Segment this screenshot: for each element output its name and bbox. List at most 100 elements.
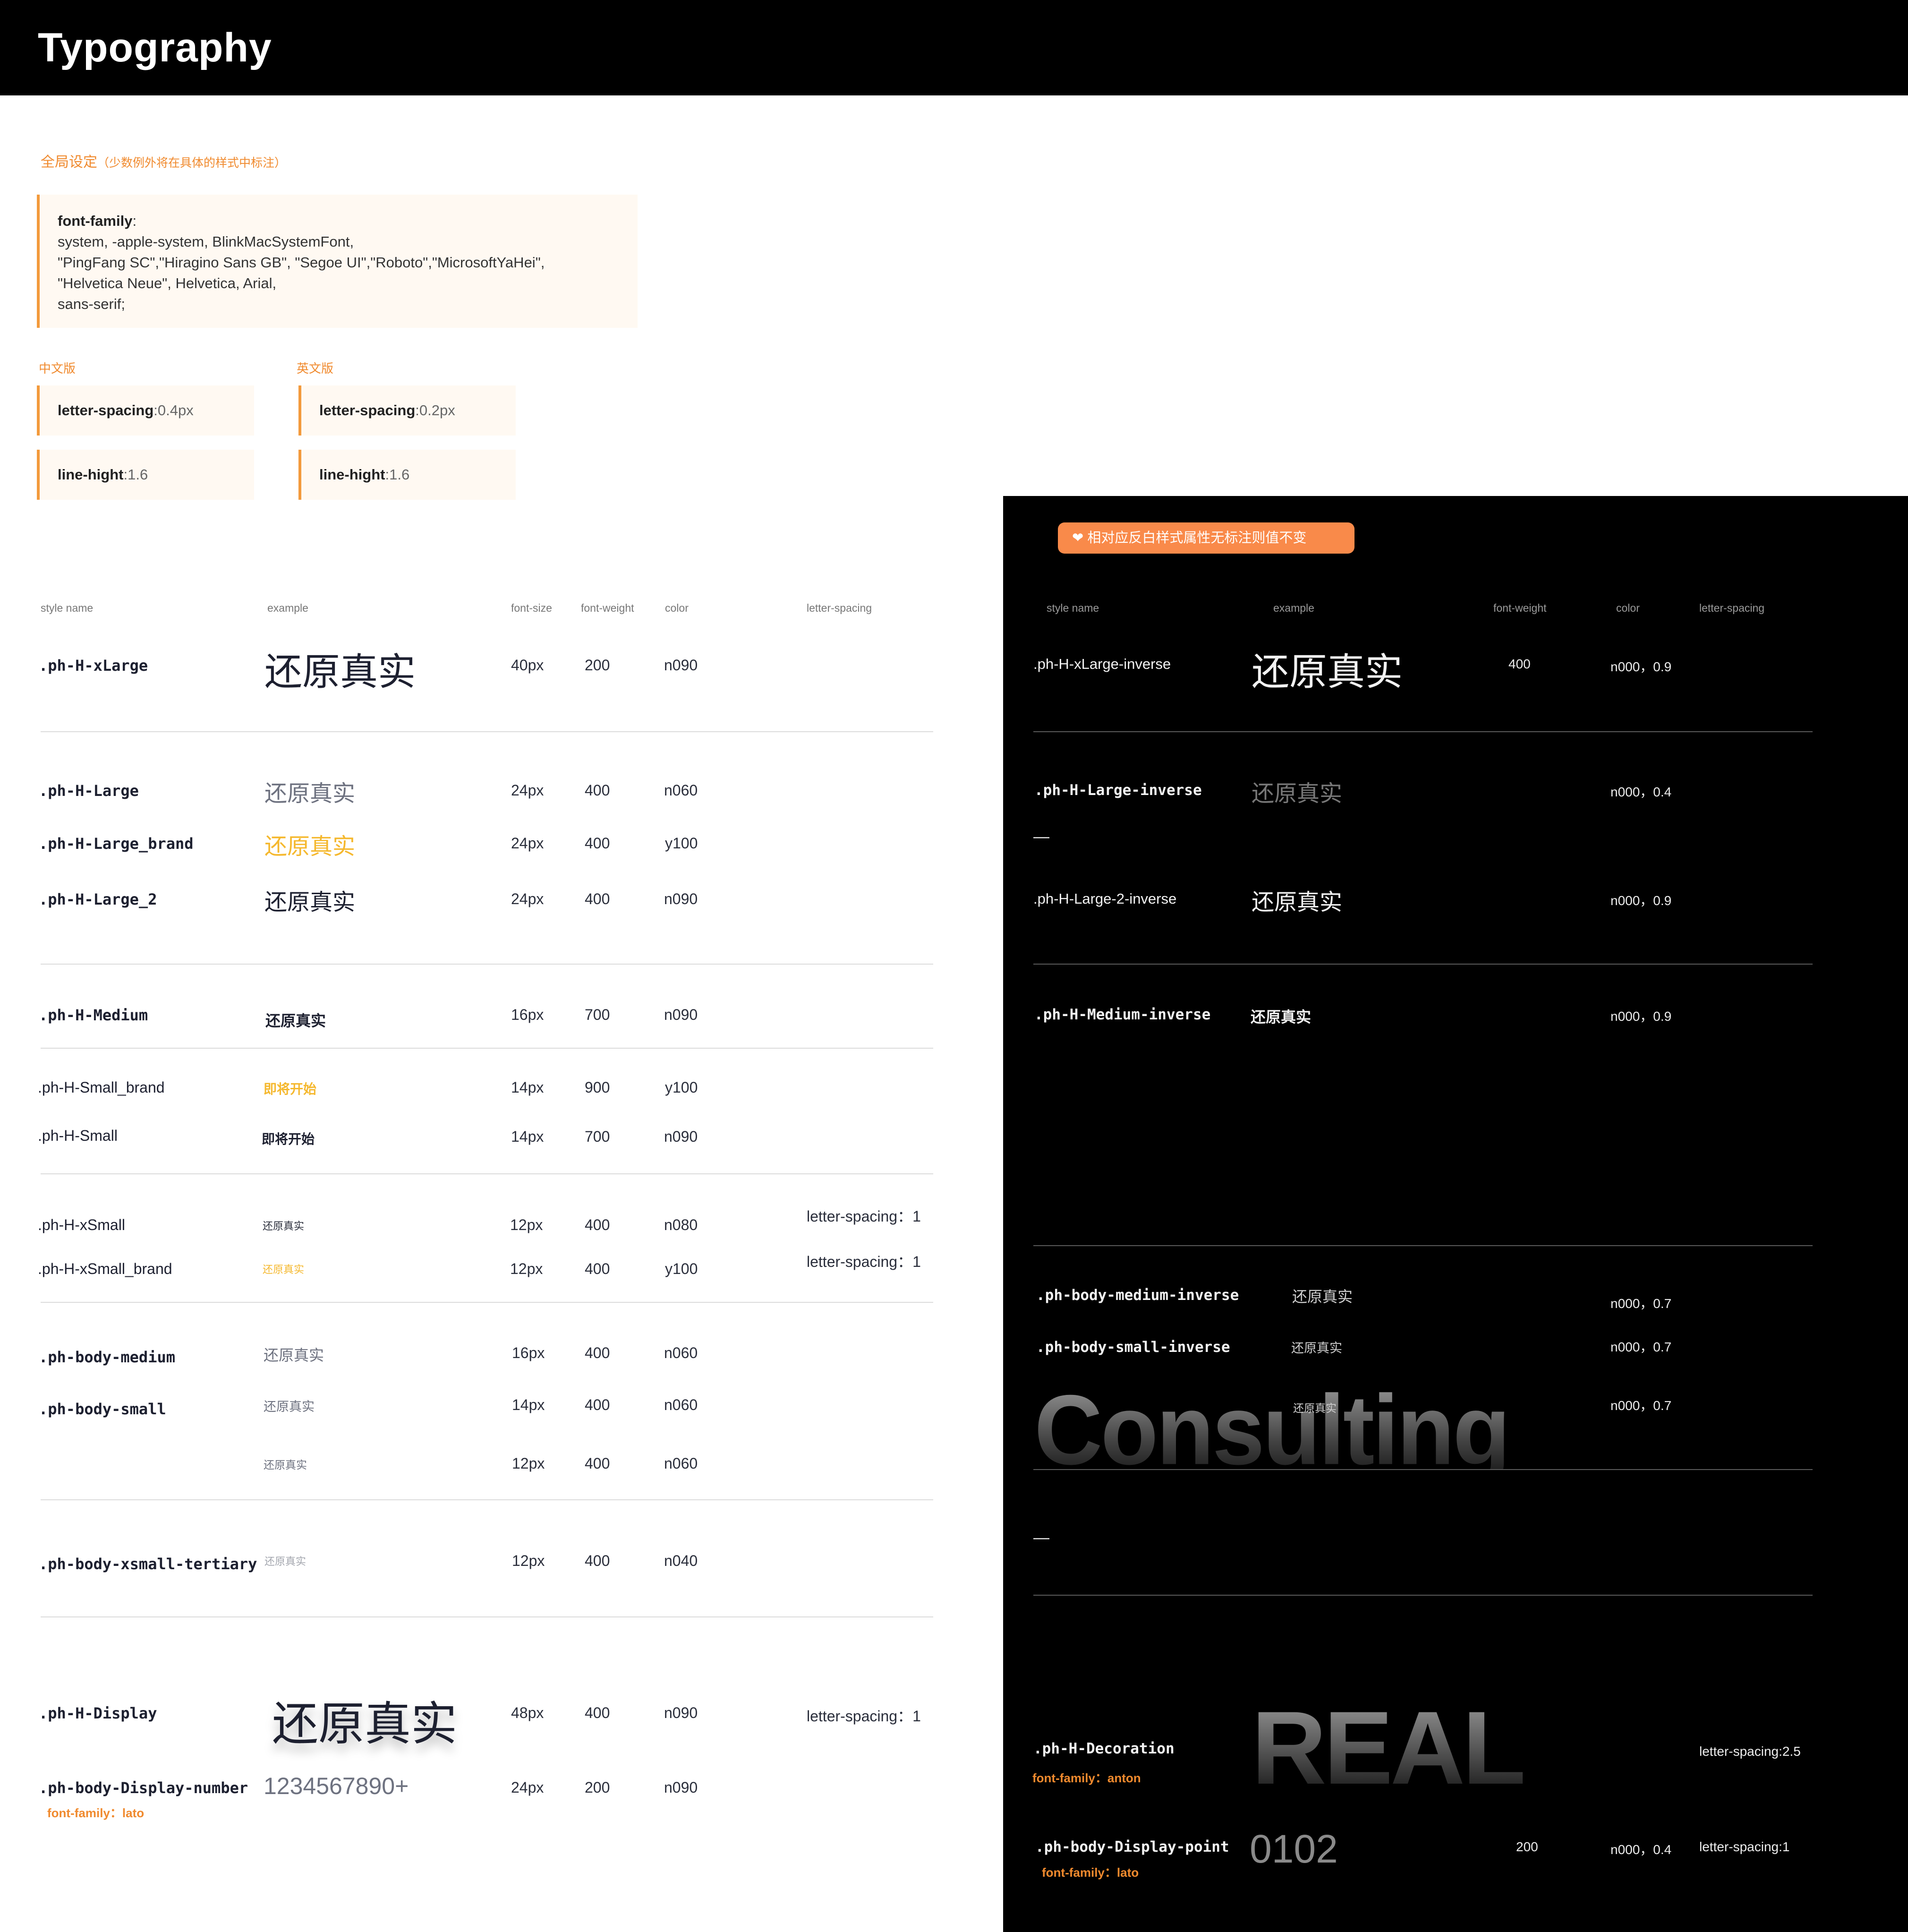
font-weight-value: 200 [585,1779,610,1796]
font-family-line: system, -apple-system, BlinkMacSystemFon… [58,233,354,250]
row-divider [41,731,933,732]
font-size-value: 16px [511,1006,544,1023]
header-letter-spacing: letter-spacing [807,602,872,614]
en-letter-spacing-label: letter-spacing [319,402,416,419]
consulting-decoration-text: Consulting [1034,1375,1510,1486]
row-divider [1033,1595,1813,1596]
style-name: .ph-body-medium-inverse [1036,1287,1239,1304]
color-value: n090 [664,1704,698,1721]
style-name: .ph-H-Large-inverse [1034,782,1202,799]
style-name: .ph-H-Large_2 [39,890,157,908]
font-family-line: "PingFang SC","Hiragino Sans GB", "Segoe… [58,254,545,271]
consulting-crop-mask [1032,1469,1528,1573]
font-size-value: 12px [510,1260,543,1277]
row-divider [41,1302,933,1303]
color-value: n090 [664,657,698,674]
header-font-size: font-size [511,602,552,614]
style-name: .ph-H-xLarge-inverse [1033,656,1171,672]
font-weight-value: 200 [1516,1839,1538,1854]
color-value: y100 [665,1079,698,1096]
font-size-value: 24px [511,1779,544,1796]
letter-spacing-value: letter-spacing:1 [1699,1839,1790,1854]
font-family-line: "Helvetica Neue", Helvetica, Arial, [58,275,277,291]
color-value: n060 [664,782,698,799]
style-example: 还原真实 [264,1400,315,1414]
style-name: .ph-H-xLarge [39,657,148,675]
style-name: .ph-body-small-inverse [1036,1339,1230,1356]
font-size-value: 24px [511,890,544,907]
style-example: 还原真实 [264,1459,307,1471]
color-value: n000，0.9 [1610,893,1672,908]
style-example: 0102 [1250,1827,1338,1871]
font-weight-value: 400 [585,835,610,852]
font-family-note: font-family：lato [47,1806,145,1820]
font-weight-value: 400 [585,1344,610,1361]
font-size-value: 24px [511,835,544,852]
global-heading-note: （少数例外将在具体的样式中标注） [97,156,287,170]
row-divider [41,1499,933,1500]
font-weight-value: 400 [1508,657,1531,671]
color-value: n000，0.7 [1610,1296,1672,1311]
style-example: 还原真实 [1252,890,1343,915]
header-style-name: style name [1047,602,1099,614]
font-size-value: 12px [510,1216,543,1233]
header-example: example [267,602,308,614]
font-weight-value: 400 [585,1216,610,1233]
letter-spacing-value: letter-spacing：1 [807,1208,921,1225]
font-size-value: 14px [511,1079,544,1096]
font-weight-value: 700 [585,1128,610,1145]
style-example: 还原真实 [1291,1341,1342,1355]
style-name: .ph-H-Large_brand [39,835,194,853]
header-style-name: style name [41,602,94,614]
color-value: n000，0.9 [1610,1009,1672,1024]
color-value: n000，0.4 [1610,785,1672,799]
row-divider [1033,731,1813,732]
cn-letter-spacing-value: :0.4px [153,402,194,419]
font-weight-value: 200 [585,657,610,674]
style-example: 还原真实 [264,781,356,806]
header-example: example [1273,602,1314,614]
style-example: 还原真实 [1252,781,1343,806]
style-example: 还原真实 [264,890,356,915]
cn-line-height-card: line-hight:1.6 [37,450,254,500]
style-name: .ph-H-Large-2-inverse [1033,890,1177,907]
font-weight-value: 400 [585,1455,610,1472]
header-letter-spacing: letter-spacing [1699,602,1765,614]
style-name: .ph-H-Decoration [1033,1740,1175,1757]
style-name: .ph-H-Small [38,1127,118,1144]
cn-letter-spacing-card: letter-spacing:0.4px [37,385,254,436]
style-example: 还原真实 [1251,1009,1312,1026]
style-example: 还原真实 [264,1556,307,1567]
font-family-note: font-family：lato [1042,1865,1139,1880]
font-family-line: sans-serif; [58,296,125,312]
color-value: n040 [664,1552,698,1569]
color-value: n080 [664,1216,698,1233]
style-example: 还原真实 [272,1698,458,1750]
font-size-value: 12px [512,1552,545,1569]
style-example: 还原真实 [1292,1288,1353,1305]
color-value: y100 [665,1260,698,1277]
style-name: .ph-body-medium [39,1348,175,1366]
en-line-height-card: line-hight:1.6 [298,450,516,500]
font-family-colon: : [132,213,137,229]
letter-spacing-value: letter-spacing：1 [807,1708,921,1725]
font-weight-value: 400 [585,1552,610,1569]
row-divider [41,1173,933,1174]
style-example: 还原真实 [1252,651,1403,693]
color-value: n090 [664,1006,698,1023]
font-weight-value: 700 [585,1006,610,1023]
global-heading-text: 全局设定 [41,154,97,170]
page-header [0,0,1908,95]
font-size-value: 24px [511,782,544,799]
font-size-value: 14px [512,1396,545,1413]
color-value: n000，0.4 [1610,1842,1672,1857]
row-divider [1033,1245,1813,1246]
header-font-weight: font-weight [1493,602,1547,614]
style-name: .ph-H-Display [39,1704,157,1722]
style-name: .ph-H-Medium-inverse [1034,1006,1211,1023]
en-line-height-label: line-hight [319,466,385,483]
font-size-value: 14px [511,1128,544,1145]
style-name: .ph-H-xSmall_brand [38,1260,172,1277]
style-name: .ph-body-Display-number [39,1779,248,1797]
dash-mark: — [1033,1529,1049,1547]
